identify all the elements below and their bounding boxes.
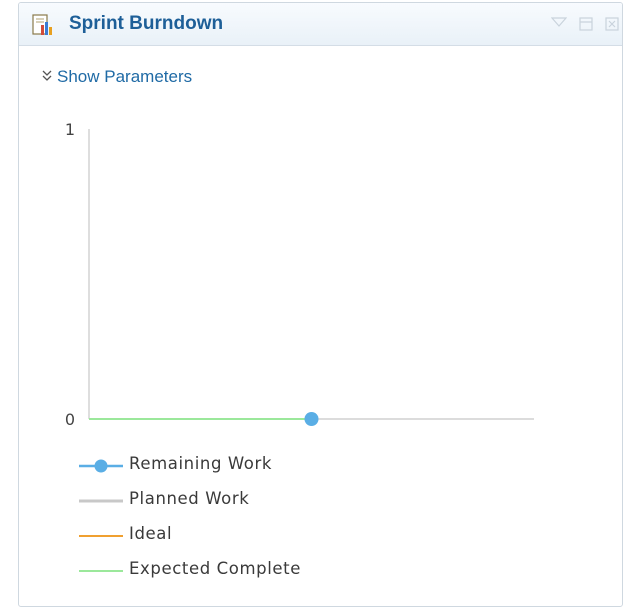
maximize-icon[interactable]	[578, 16, 594, 37]
show-parameters-label: Show Parameters	[57, 67, 193, 86]
y-tick-label: 1	[65, 120, 75, 139]
sprint-burndown-widget: Sprint Burndown Show Parameters 01 Remai…	[18, 2, 623, 607]
widget-title-bar: Sprint Burndown	[19, 3, 622, 46]
legend-swatch-expected-complete	[79, 570, 123, 572]
legend-label-planned-work: Planned Work	[129, 489, 250, 508]
widget-title: Sprint Burndown	[69, 13, 224, 34]
legend-swatch-ideal	[79, 535, 123, 537]
legend-label-expected-complete: Expected Complete	[129, 559, 301, 578]
burndown-chart: 01	[65, 120, 534, 429]
legend-label-ideal: Ideal	[129, 524, 173, 543]
report-chart-icon	[32, 14, 52, 35]
legend-swatch-remaining-work	[79, 459, 123, 473]
filter-icon[interactable]	[550, 16, 568, 35]
double-chevron-down-icon	[42, 70, 52, 81]
series-remaining-work-point	[304, 412, 319, 426]
legend-swatch-planned-work	[79, 499, 123, 503]
window-controls	[545, 16, 620, 37]
close-icon[interactable]	[604, 16, 620, 37]
show-parameters-link[interactable]: Show Parameters	[41, 67, 192, 87]
legend-label-remaining-work: Remaining Work	[129, 454, 273, 473]
y-tick-label: 0	[65, 410, 75, 429]
